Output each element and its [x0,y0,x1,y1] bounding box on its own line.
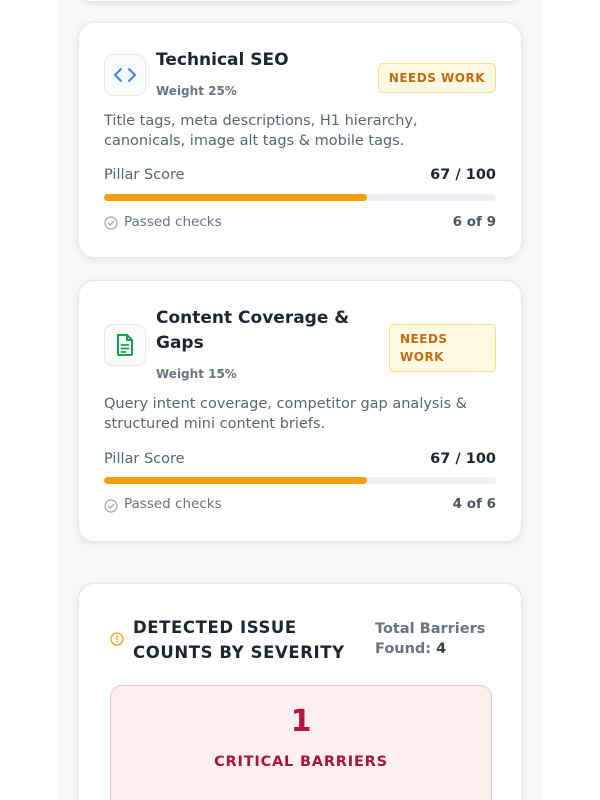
critical-label: CRITICAL BARRIERS [214,754,388,770]
pillar-score-bar [104,194,496,201]
passed-checks-value: 6 of 9 [452,214,496,230]
passed-checks-label: Passed checks [124,496,222,512]
critical-barriers-box: 1 CRITICAL BARRIERS [110,685,492,800]
status-badge: NEEDS WORK [377,63,496,93]
total-barriers-value: 4 [436,641,447,657]
check-circle-icon [104,499,118,513]
pillar-score-value: 67 / 100 [430,451,496,467]
pillar-score-bar-fill [104,477,367,484]
code-icon [104,54,146,96]
severity-title: DETECTED ISSUE COUNTS BY SEVERITY [133,618,345,662]
document-icon [104,324,146,366]
pillar-score-bar-fill [104,194,367,201]
critical-count: 1 [290,704,312,739]
pillar-weight: Weight 15% [156,367,237,381]
pillar-description: Title tags, meta descriptions, H1 hierar… [104,113,418,149]
pillar-card-content-coverage: Content Coverage & Gaps Weight 15% NEEDS… [78,280,522,542]
pillar-title: Content Coverage & Gaps [156,308,350,353]
pillar-score-bar [104,477,496,484]
pillar-score-value: 67 / 100 [430,167,496,183]
alert-circle-icon [110,632,124,646]
passed-checks-value: 4 of 6 [452,496,496,512]
severity-card: DETECTED ISSUE COUNTS BY SEVERITY Total … [78,583,522,800]
pillar-weight: Weight 25% [156,84,237,98]
pillar-card-technical-seo: Technical SEO Weight 25% NEEDS WORK Titl… [78,22,522,258]
status-badge: NEEDS WORK [389,324,496,372]
total-barriers: Total Barriers Found: 4 [375,619,495,659]
passed-checks-label: Passed checks [124,214,222,230]
pillar-score-label: Pillar Score [104,167,185,183]
previous-card-edge [78,0,522,2]
pillar-score-label: Pillar Score [104,451,185,467]
pillar-title: Technical SEO [156,50,289,70]
check-circle-icon [104,216,118,230]
total-barriers-label: Total Barriers Found: [375,621,486,657]
pillar-description: Query intent coverage, competitor gap an… [104,396,467,432]
